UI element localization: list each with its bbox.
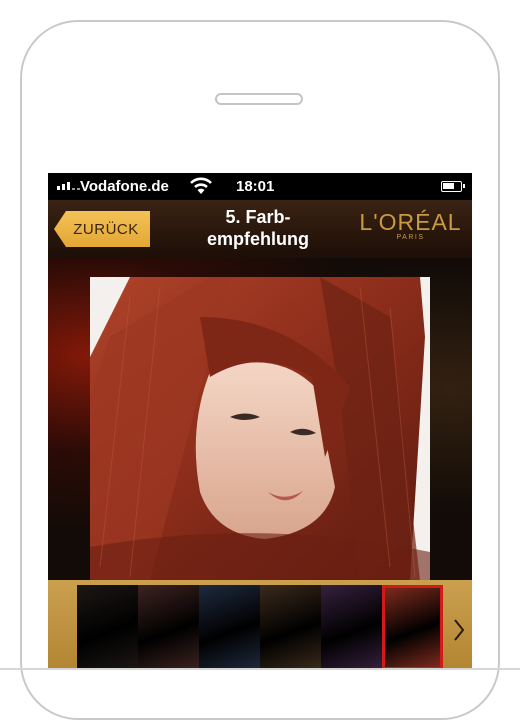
status-bar: Vodafone.de 18:01 — [48, 173, 472, 200]
swatch-dark-mahogany[interactable] — [138, 585, 199, 670]
model-image — [90, 277, 430, 580]
status-time: 18:01 — [236, 178, 275, 195]
page-title-line1: 5. Farb- — [225, 207, 291, 227]
wifi-icon — [190, 177, 212, 194]
model-photo — [90, 277, 430, 580]
screen-bottom-edge — [0, 668, 520, 670]
carrier-name: Vodafone.de — [80, 178, 169, 195]
swatch-blue-black[interactable] — [199, 585, 260, 670]
phone-speaker — [215, 93, 303, 105]
signal-icon — [57, 182, 80, 190]
battery-icon — [441, 181, 465, 192]
logo-text: L'ORÉAL — [359, 209, 462, 235]
back-button[interactable]: ZURÜCK — [54, 211, 150, 247]
swatch-violet[interactable] — [321, 585, 382, 670]
swatch-red-copper[interactable] — [382, 585, 443, 670]
app-screen: Vodafone.de 18:01 ZURÜCK 5. Farb- empfeh… — [48, 173, 472, 670]
logo-subtext: PARIS — [396, 234, 425, 241]
page-title: 5. Farb- empfehlung — [188, 206, 328, 250]
navigation-bar: ZURÜCK 5. Farb- empfehlung L'ORÉAL PARIS — [48, 200, 472, 258]
swatch-black[interactable] — [77, 585, 138, 670]
chevron-right-icon[interactable] — [452, 618, 466, 642]
page-title-line2: empfehlung — [207, 229, 309, 249]
loreal-logo: L'ORÉAL PARIS — [353, 210, 468, 242]
swatch-dark-brown[interactable] — [260, 585, 321, 670]
